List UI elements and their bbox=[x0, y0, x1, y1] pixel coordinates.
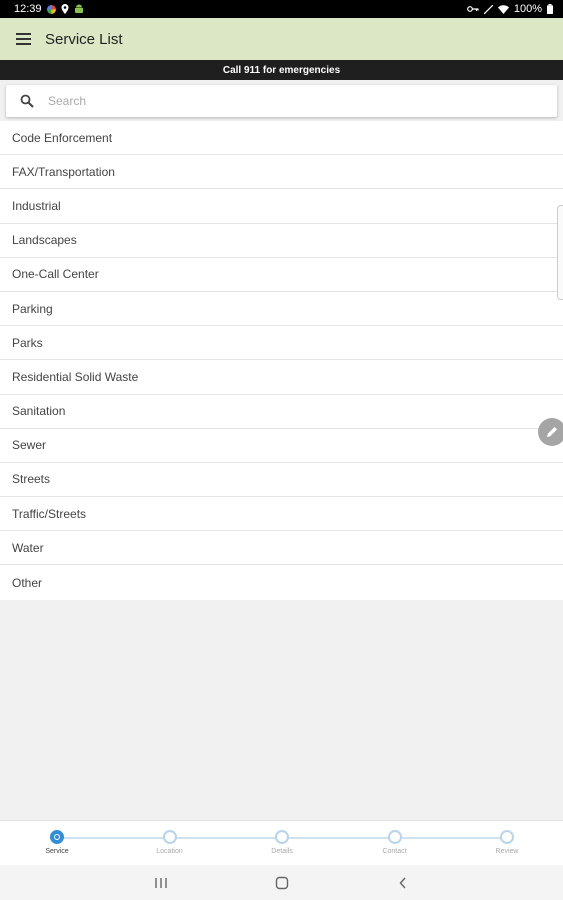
service-item[interactable]: Residential Solid Waste bbox=[0, 360, 563, 395]
location-icon bbox=[61, 4, 69, 14]
service-item[interactable]: Industrial bbox=[0, 189, 563, 224]
emergency-banner: Call 911 for emergencies bbox=[0, 60, 563, 80]
step-label: Review bbox=[495, 848, 519, 855]
service-item-label: Water bbox=[12, 540, 44, 555]
service-item-label: FAX/Transportation bbox=[12, 164, 115, 179]
search-icon bbox=[20, 94, 34, 108]
status-time: 12:39 bbox=[14, 3, 42, 15]
service-item-label: Parks bbox=[12, 335, 43, 350]
service-item-label: One-Call Center bbox=[12, 267, 99, 282]
step-indicator-icon bbox=[275, 830, 289, 844]
progress-stepper: Service Location Details Contact Review bbox=[0, 820, 563, 865]
service-item[interactable]: Sewer bbox=[0, 429, 563, 463]
system-nav-bar bbox=[0, 865, 563, 900]
scroll-handle[interactable] bbox=[557, 205, 563, 300]
service-item-label: Sanitation bbox=[12, 404, 66, 419]
search-box[interactable] bbox=[6, 85, 557, 117]
hamburger-icon[interactable] bbox=[16, 33, 31, 45]
android-icon bbox=[74, 4, 83, 13]
recents-icon bbox=[154, 877, 167, 888]
service-item-label: Streets bbox=[12, 472, 51, 487]
service-item[interactable]: Code Enforcement bbox=[0, 121, 563, 156]
battery-percent: 100% bbox=[513, 3, 542, 15]
service-item[interactable]: Other bbox=[0, 565, 563, 599]
service-item[interactable]: Streets bbox=[0, 463, 563, 498]
step-location[interactable]: Location bbox=[125, 830, 215, 855]
service-item-label: Other bbox=[12, 575, 43, 590]
step-review[interactable]: Review bbox=[462, 830, 552, 855]
service-item[interactable]: Water bbox=[0, 531, 563, 566]
page-title: Service List bbox=[45, 30, 123, 48]
step-details[interactable]: Details bbox=[237, 830, 327, 855]
app-notification-icon bbox=[46, 4, 56, 14]
service-item[interactable]: Parking bbox=[0, 292, 563, 327]
service-item-label: Residential Solid Waste bbox=[12, 369, 139, 384]
service-item-label: Sewer bbox=[12, 438, 47, 453]
step-indicator-icon bbox=[50, 830, 64, 844]
home-icon bbox=[275, 876, 288, 889]
home-button[interactable] bbox=[274, 875, 290, 891]
search-input[interactable] bbox=[48, 94, 528, 108]
service-item-label: Parking bbox=[12, 301, 53, 316]
status-bar: 12:39 100% bbox=[0, 0, 563, 18]
battery-icon bbox=[547, 4, 553, 14]
back-icon bbox=[399, 877, 406, 888]
edit-button[interactable] bbox=[538, 418, 563, 446]
service-item[interactable]: Landscapes bbox=[0, 224, 563, 258]
step-indicator-icon bbox=[387, 830, 402, 844]
key-icon bbox=[466, 6, 479, 12]
step-contact[interactable]: Contact bbox=[350, 830, 440, 855]
service-item[interactable]: Sanitation bbox=[0, 395, 563, 429]
service-item[interactable]: FAX/Transportation bbox=[0, 155, 563, 190]
step-label: Details bbox=[271, 848, 293, 855]
back-button[interactable] bbox=[395, 875, 411, 891]
service-list: Code Enforcement FAX/Transportation Indust… bbox=[0, 121, 563, 600]
service-item-label: Code Enforcement bbox=[12, 130, 113, 145]
step-indicator-icon bbox=[500, 830, 514, 844]
app-bar: Service List bbox=[0, 18, 563, 60]
service-item[interactable]: One-Call Center bbox=[0, 258, 563, 292]
recents-button[interactable] bbox=[153, 875, 169, 891]
step-label: Service bbox=[45, 848, 69, 855]
step-label: Contact bbox=[382, 848, 407, 855]
status-right: 100% bbox=[466, 3, 553, 15]
signal-off-icon bbox=[483, 4, 493, 14]
status-left: 12:39 bbox=[14, 3, 84, 15]
service-item-label: Traffic/Streets bbox=[12, 506, 87, 521]
pencil-icon bbox=[547, 427, 557, 437]
service-item[interactable]: Parks bbox=[0, 326, 563, 361]
wifi-icon bbox=[497, 4, 509, 14]
step-label: Location bbox=[156, 848, 183, 855]
step-indicator-icon bbox=[162, 830, 177, 844]
service-item-label: Landscapes bbox=[12, 233, 77, 248]
service-item[interactable]: Traffic/Streets bbox=[0, 497, 563, 532]
step-service[interactable]: Service bbox=[12, 830, 102, 855]
service-item-label: Industrial bbox=[12, 198, 61, 213]
